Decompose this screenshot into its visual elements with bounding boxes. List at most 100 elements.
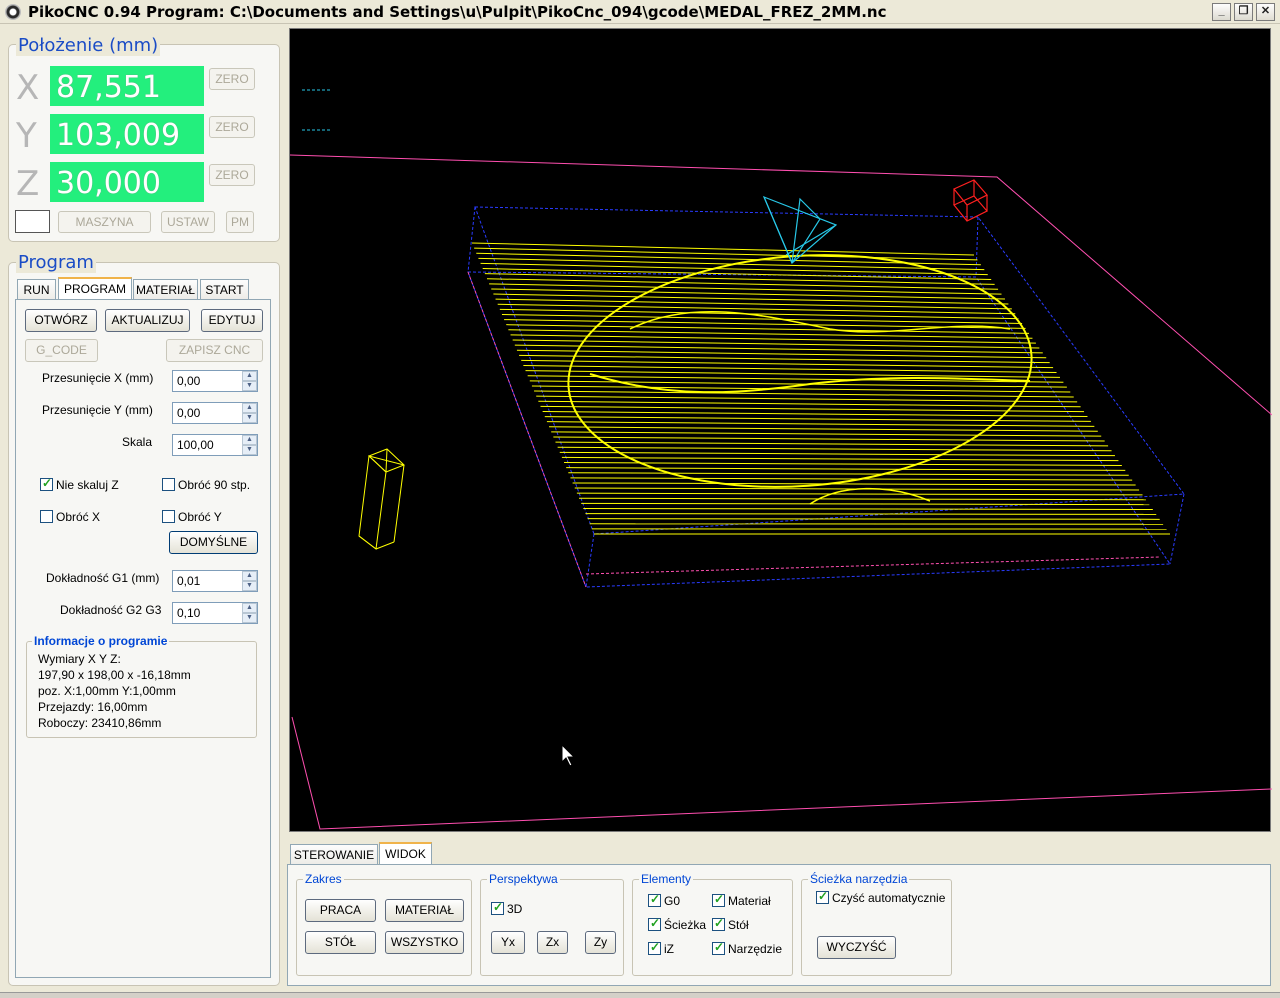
toolpath-line [546, 421, 1095, 427]
position-title: Położenie (mm) [16, 35, 161, 56]
spin-up-icon[interactable]: ▲ [242, 571, 257, 581]
zero-z-button[interactable]: ZERO [209, 164, 255, 186]
obroc-y-checkbox[interactable] [162, 510, 175, 523]
material-range-button[interactable]: MATERIAŁ [385, 899, 464, 922]
z-axis-letter: Z [16, 164, 40, 204]
g23-precision-spinner[interactable]: 0,10 ▲ ▼ [172, 602, 258, 624]
zero-y-button[interactable]: ZERO [209, 116, 255, 138]
g23-precision-label: Dokładność G2 G3 [60, 603, 162, 617]
stol-button[interactable]: STÓŁ [305, 931, 376, 954]
medal-detail [809, 487, 931, 505]
obroc-90-checkbox[interactable] [162, 478, 175, 491]
spin-up-icon[interactable]: ▲ [242, 435, 257, 445]
program-info-title: Informacje o programie [32, 634, 170, 648]
obroc-x-checkbox[interactable] [40, 510, 53, 523]
view-zx-button[interactable]: Zx [537, 931, 568, 954]
g1-precision-label: Dokładność G1 (mm) [46, 571, 160, 585]
tab-start[interactable]: START [200, 279, 249, 300]
toolpath-line [531, 385, 1071, 393]
tab-program[interactable]: PROGRAM [58, 277, 132, 300]
sciezka-narzedzia-title: Ścieżka narzędzia [808, 872, 910, 886]
window-title: PikoCNC 0.94 Program: C:\Documents and S… [28, 3, 887, 21]
info-line: poz. X:1,00mm Y:1,00mm [38, 684, 176, 698]
spin-down-icon[interactable]: ▼ [242, 581, 257, 591]
stol-checkbox[interactable] [712, 916, 725, 931]
spin-down-icon[interactable]: ▼ [242, 445, 257, 455]
minimize-button[interactable]: _ [1212, 3, 1231, 21]
scale-spinner[interactable]: 100,00 ▲ ▼ [172, 434, 258, 456]
narzedzie-checkbox[interactable] [712, 940, 725, 955]
gcode-button[interactable]: G_CODE [25, 339, 98, 362]
3d-checkbox[interactable] [491, 900, 504, 915]
material-checkbox[interactable] [712, 892, 725, 907]
g0-checkbox[interactable] [648, 892, 661, 907]
spin-up-icon[interactable]: ▲ [242, 603, 257, 613]
material-label: Materiał [728, 894, 771, 908]
sciezka-label: Ścieżka [664, 918, 707, 932]
g1-precision-spinner[interactable]: 0,01 ▲ ▼ [172, 570, 258, 592]
toolpath-line [536, 395, 1078, 403]
nie-skaluj-z-label: Nie skaluj Z [56, 478, 119, 492]
wyczysc-button[interactable]: WYCZYŚĆ [817, 936, 896, 959]
maszyna-button[interactable]: MASZYNA [58, 211, 151, 233]
toolpath-line [471, 242, 975, 256]
wszystko-button[interactable]: WSZYSTKO [385, 931, 464, 954]
czysc-auto-checkbox[interactable] [816, 889, 829, 904]
spin-down-icon[interactable]: ▼ [242, 613, 257, 623]
toolpath-line [534, 390, 1074, 398]
toolpath-line [551, 431, 1102, 437]
status-indicator [15, 210, 50, 233]
ustaw-button[interactable]: USTAW [161, 211, 215, 233]
spin-down-icon[interactable]: ▼ [242, 413, 257, 423]
info-line: 197,90 x 198,00 x -16,18mm [38, 668, 191, 682]
tool-icon [762, 195, 838, 264]
toolpath-line [482, 268, 992, 280]
aktualizuj-button[interactable]: AKTUALIZUJ [105, 309, 190, 332]
close-button[interactable]: ✕ [1256, 3, 1275, 21]
zero-x-button[interactable]: ZERO [209, 68, 255, 90]
tab-sterowanie[interactable]: STEROWANIE [290, 844, 378, 865]
tab-material[interactable]: MATERIAŁ [133, 279, 198, 300]
z-position-value: 30,000 [50, 162, 204, 202]
nie-skaluj-z-checkbox[interactable] [40, 476, 53, 491]
info-line: Roboczy: 23410,86mm [38, 716, 162, 730]
iz-checkbox[interactable] [648, 940, 661, 955]
spin-down-icon[interactable]: ▼ [242, 381, 257, 391]
3d-viewport[interactable] [289, 28, 1273, 832]
tab-widok[interactable]: WIDOK [379, 842, 432, 865]
pm-button[interactable]: PM [226, 211, 254, 233]
app-icon[interactable] [5, 4, 21, 20]
spin-up-icon[interactable]: ▲ [242, 403, 257, 413]
toolpath-line [540, 405, 1085, 413]
toolpath-line [587, 518, 1160, 520]
taskbar [0, 992, 1280, 998]
toolpath-lines [471, 242, 1170, 535]
program-info-text: Wymiary X Y Z: 197,90 x 198,00 x -16,18m… [38, 651, 191, 731]
origin-cube-icon [953, 179, 988, 222]
tab-run[interactable]: RUN [17, 279, 56, 300]
perspektywa-group [480, 879, 624, 976]
toolpath-line [497, 303, 1016, 315]
offset-x-value: 0,00 [177, 374, 201, 388]
edytuj-button[interactable]: EDYTUJ [201, 309, 263, 332]
toolpath-line [474, 247, 978, 261]
maximize-button[interactable]: ❐ [1234, 3, 1253, 21]
3d-label: 3D [507, 902, 523, 916]
offset-x-spinner[interactable]: 0,00 ▲ ▼ [172, 370, 258, 392]
domyslne-button[interactable]: DOMYŚLNE [169, 531, 258, 554]
offset-y-spinner[interactable]: 0,00 ▲ ▼ [172, 402, 258, 424]
zapisz-cnc-button[interactable]: ZAPISZ CNC [166, 339, 263, 362]
toolpath-line [499, 308, 1019, 320]
obroc-90-label: Obróć 90 stp. [178, 478, 251, 492]
view-yx-button[interactable]: Yx [491, 931, 525, 954]
toolpath-line [538, 400, 1081, 408]
toolpath-render [289, 89, 1273, 830]
title-bar: PikoCNC 0.94 Program: C:\Documents and S… [0, 0, 1280, 24]
scale-value: 100,00 [177, 438, 214, 452]
toolpath-line [581, 502, 1150, 506]
praca-button[interactable]: PRACA [305, 899, 376, 922]
view-zy-button[interactable]: Zy [585, 931, 616, 954]
spin-up-icon[interactable]: ▲ [242, 371, 257, 381]
sciezka-checkbox[interactable] [648, 916, 661, 931]
otworz-button[interactable]: OTWÓRZ [25, 309, 97, 332]
